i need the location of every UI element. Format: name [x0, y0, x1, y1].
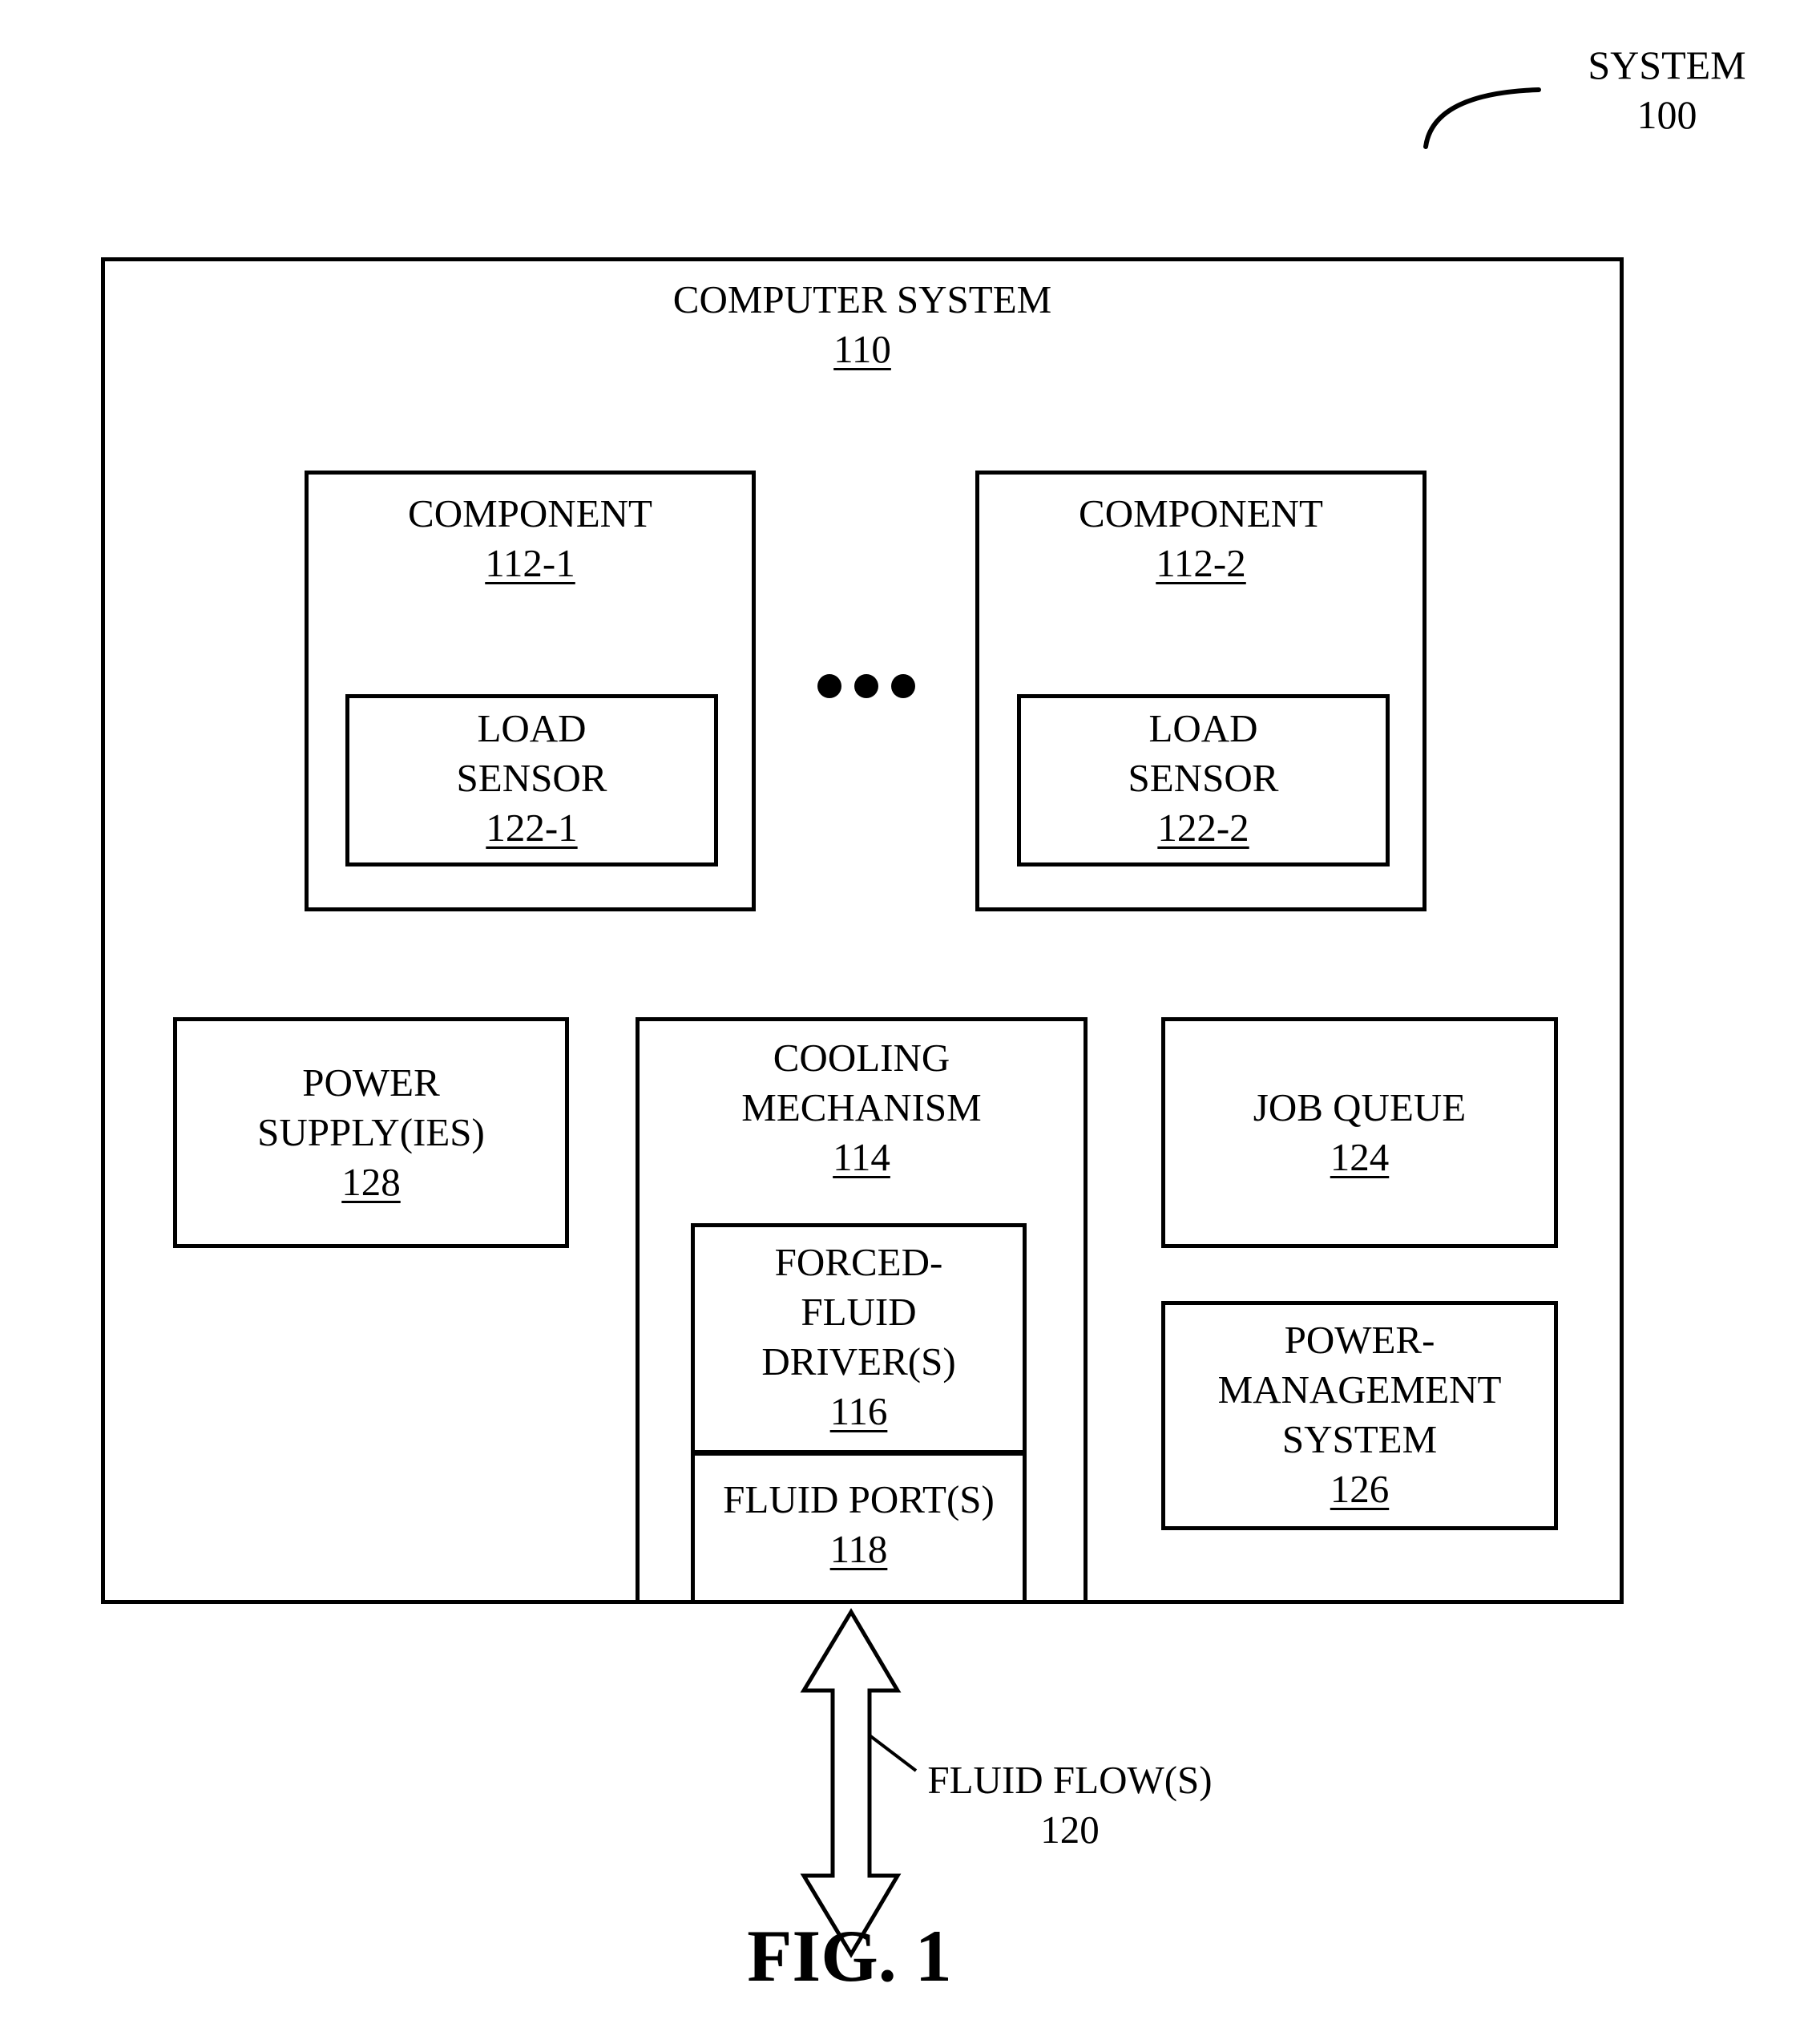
load-sensor-line: LOAD: [477, 706, 587, 750]
component-ref: 112-2: [1156, 541, 1246, 585]
cooling-mechanism-label: COOLING MECHANISM 114: [636, 1033, 1088, 1182]
component-title: COMPONENT: [1079, 491, 1323, 535]
ellipsis-dot: [891, 674, 915, 698]
load-sensor-line: SENSOR: [456, 756, 607, 800]
component-ref: 112-1: [485, 541, 575, 585]
component-label-2: COMPONENT 112-2: [975, 489, 1427, 588]
ellipsis-dot: [854, 674, 878, 698]
component-label-1: COMPONENT 112-1: [305, 489, 756, 588]
load-sensor-line: SENSOR: [1128, 756, 1279, 800]
computer-system-ref: 110: [833, 327, 891, 371]
forced-fluid-driver-label: FORCED- FLUID DRIVER(S) 116: [691, 1238, 1027, 1436]
fluid-flow-arrow-icon: [800, 1608, 902, 1958]
load-sensor-ref: 122-2: [1157, 806, 1249, 850]
load-sensor-label-1: LOAD SENSOR 122-1: [345, 704, 718, 853]
fluid-flow-ref: 120: [1040, 1808, 1100, 1852]
power-supply-ref: 128: [341, 1160, 401, 1204]
forced-fluid-driver-line: DRIVER(S): [761, 1339, 956, 1384]
fluid-flow-title: FLUID FLOW(S): [927, 1758, 1213, 1802]
power-supply-line: POWER: [302, 1060, 440, 1105]
load-sensor-ref: 122-1: [486, 806, 578, 850]
load-sensor-label-2: LOAD SENSOR 122-2: [1017, 704, 1390, 853]
component-title: COMPONENT: [408, 491, 652, 535]
forced-fluid-driver-ref: 116: [829, 1389, 888, 1433]
computer-system-label: COMPUTER SYSTEM 110: [582, 275, 1143, 374]
forced-fluid-driver-line: FORCED-: [774, 1240, 943, 1284]
computer-system-title: COMPUTER SYSTEM: [672, 277, 1052, 321]
ellipsis-dot: [817, 674, 841, 698]
fluid-port-ref: 118: [829, 1527, 888, 1571]
job-queue-line: JOB QUEUE: [1253, 1085, 1467, 1129]
cooling-mechanism-ref: 114: [833, 1135, 890, 1179]
load-sensor-line: LOAD: [1148, 706, 1258, 750]
power-supply-label: POWER SUPPLY(IES) 128: [173, 1058, 569, 1207]
power-management-line: SYSTEM: [1281, 1417, 1438, 1461]
system-leader-line: [1423, 87, 1541, 149]
power-management-ref: 126: [1330, 1467, 1390, 1511]
power-management-label: POWER- MANAGEMENT SYSTEM 126: [1161, 1315, 1558, 1514]
job-queue-label: JOB QUEUE 124: [1161, 1083, 1558, 1182]
power-management-line: POWER-: [1284, 1318, 1435, 1362]
fluid-flow-label: FLUID FLOW(S) 120: [898, 1755, 1242, 1855]
cooling-mechanism-line: COOLING: [773, 1036, 950, 1080]
power-supply-line: SUPPLY(IES): [257, 1110, 485, 1154]
figure-caption: FIG. 1: [747, 1915, 952, 1997]
power-management-line: MANAGEMENT: [1217, 1367, 1502, 1412]
forced-fluid-driver-line: FLUID: [801, 1290, 917, 1334]
fluid-port-label: FLUID PORT(S) 118: [691, 1475, 1027, 1574]
fluid-port-line: FLUID PORT(S): [723, 1477, 995, 1521]
job-queue-ref: 124: [1330, 1135, 1390, 1179]
cooling-mechanism-line: MECHANISM: [741, 1085, 982, 1129]
